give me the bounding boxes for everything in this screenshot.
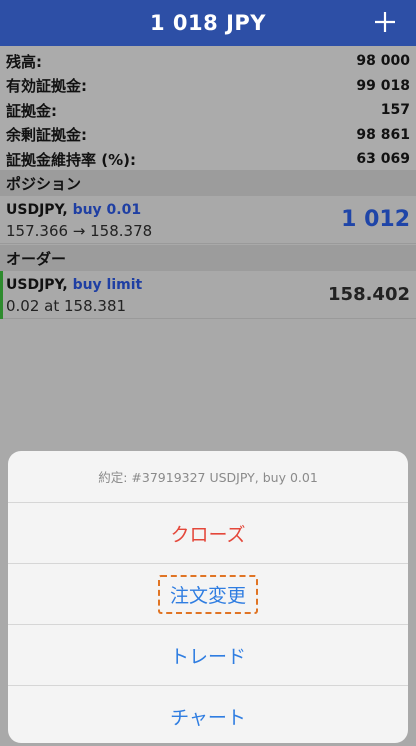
summary-label: 証拠金: [6,101,57,120]
modify-order-button[interactable]: 注文変更 [8,564,408,625]
order-accent-bar [0,271,3,319]
summary-label: 有効証拠金: [6,77,87,96]
chart-label: チャート [170,706,246,729]
action-sheet-caption: 約定: #37919327 USDJPY, buy 0.01 [8,451,408,503]
position-side: buy 0.01 [72,202,142,218]
modify-order-label: 注文変更 [157,574,258,614]
summary-value: 63 069 [356,151,410,168]
order-price: 158.402 [328,284,410,305]
header-bar: 1 018 JPY [0,0,416,46]
summary-row-margin: 証拠金: 157 [0,98,416,123]
close-position-label: クローズ [170,523,246,546]
summary-label: 残高: [6,52,42,71]
plus-icon [375,12,395,32]
action-sheet: 約定: #37919327 USDJPY, buy 0.01 クローズ 注文変更… [8,451,408,743]
position-symbol: USDJPY, buy 0.01 [6,202,141,218]
positions-section-header: ポジション [0,170,416,196]
trade-button[interactable]: トレード [8,625,408,686]
summary-value: 99 018 [356,77,410,94]
summary-value: 157 [380,102,410,119]
position-symbol-name: USDJPY, [6,202,68,218]
summary-row-equity: 有効証拠金: 99 018 [0,74,416,99]
position-prices: 157.366 → 158.378 [6,222,153,240]
orders-section-header: オーダー [0,245,416,271]
chart-button[interactable]: チャート [8,686,408,743]
summary-row-margin-level: 証拠金維持率 (%): 63 069 [0,147,416,172]
summary-value: 98 861 [356,126,410,143]
order-detail: 0.02 at 158.381 [6,297,127,315]
summary-row-free-margin: 余剰証拠金: 98 861 [0,123,416,148]
close-position-button[interactable]: クローズ [8,503,408,564]
summary-value: 98 000 [356,53,410,70]
summary-row-balance: 残高: 98 000 [0,49,416,74]
order-symbol: USDJPY, buy limit [6,277,142,293]
trade-label: トレード [169,645,246,668]
add-button[interactable] [370,7,400,37]
order-row[interactable]: USDJPY, buy limit 0.02 at 158.381 158.40… [0,271,416,319]
account-summary: 残高: 98 000 有効証拠金: 99 018 証拠金: 157 余剰証拠金:… [0,46,416,172]
summary-label: 証拠金維持率 (%): [6,150,136,169]
order-symbol-name: USDJPY, [6,277,68,293]
order-side: buy limit [72,277,143,293]
position-row[interactable]: USDJPY, buy 0.01 157.366 → 158.378 1 012 [0,196,416,244]
position-profit: 1 012 [341,207,410,232]
summary-label: 余剰証拠金: [6,126,87,145]
header-title: 1 018 JPY [150,11,266,35]
